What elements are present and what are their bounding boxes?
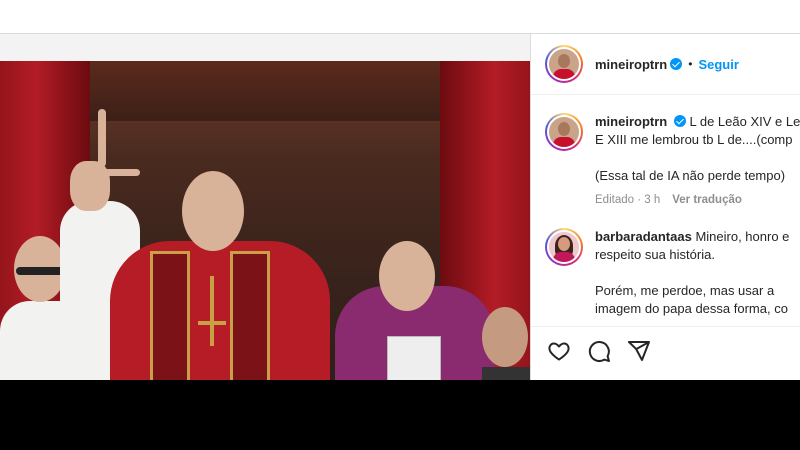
comment-line-3: Porém, me perdoe, mas usar a [595,283,775,298]
browser-top-bar [0,0,800,34]
comment-line-2: respeito sua história. [595,247,715,262]
comment-line-1: Mineiro, honro e [695,229,790,244]
comment-icon [588,341,610,362]
comment-line-4: imagem do papa dessa forma, co [595,301,788,316]
caption-line-3: (Essa tal de IA não perde tempo) [595,168,786,183]
caption-edited-time: Editado · 3 h [595,194,661,206]
black-letterbox [0,380,800,450]
caption-body: mineiroptrn L de Leão XIV e Le E XIII me… [595,113,800,209]
share-icon [628,341,650,361]
author-username[interactable]: mineiroptrn [595,57,667,72]
comment-button[interactable] [587,339,611,368]
like-button[interactable] [547,339,571,368]
share-button[interactable] [627,339,651,368]
comments-list[interactable]: mineiroptrn L de Leão XIV e Le E XIII me… [531,96,800,326]
image-figure-center-pope [60,101,340,380]
image-figure-far-right-man [482,301,530,380]
caption-line-1: L de Leão XIV e Le [689,114,800,129]
comment-item: barbaradantaas Mineiro, honro e respeito… [531,228,800,318]
post-photo-panel [0,34,530,380]
caption-author-avatar[interactable] [545,113,583,151]
commenter-username[interactable]: barbaradantaas [595,229,692,244]
commenter-avatar[interactable] [545,228,583,266]
caption-author-username[interactable]: mineiroptrn [595,114,667,129]
caption-line-2: E XIII me lembrou tb L de....(comp [595,132,793,147]
post-image[interactable] [0,61,530,380]
comment-body: barbaradantaas Mineiro, honro e respeito… [595,228,789,318]
post-header: mineiroptrn • Seguir [531,34,800,95]
heart-icon [548,342,570,361]
verified-badge-icon [673,115,686,127]
follow-button[interactable]: Seguir [698,57,738,72]
image-figure-right-bishop [335,211,500,380]
post-actions [531,326,800,380]
verified-badge-icon [670,58,683,70]
caption-meta: Editado · 3 h Ver tradução [595,191,800,209]
caption: mineiroptrn L de Leão XIV e Le E XIII me… [531,113,800,209]
header-separator: • [688,57,693,71]
author-avatar[interactable] [545,45,583,83]
see-translation-link[interactable]: Ver tradução [672,194,742,206]
post-sidebar: mineiroptrn • Seguir mineiroptrn L de Le… [530,34,800,380]
